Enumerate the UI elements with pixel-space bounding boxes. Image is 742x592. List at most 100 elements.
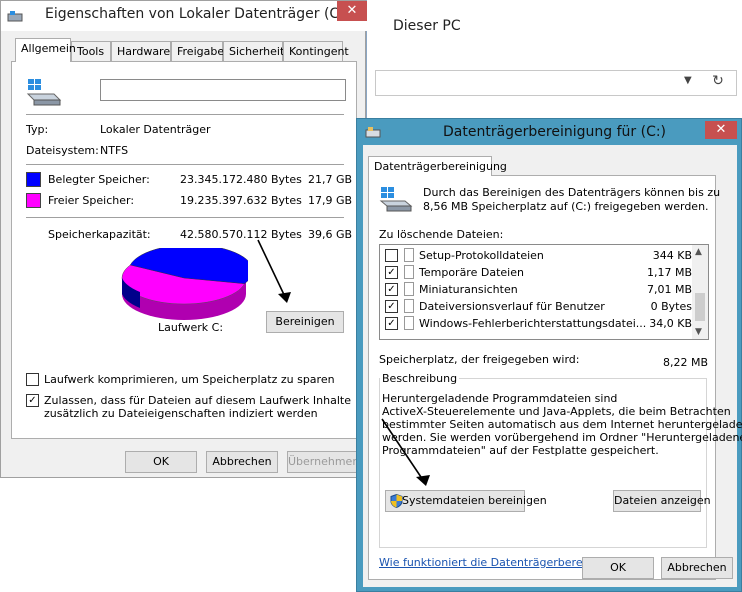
explorer-title: Dieser PC	[367, 0, 742, 58]
drive-name-input[interactable]	[100, 79, 346, 101]
drive-icon	[7, 11, 23, 22]
used-bytes: 23.345.172.480 Bytes	[180, 173, 302, 186]
filesystem-label: Dateisystem:	[26, 144, 99, 157]
tab-sicherheit[interactable]: Sicherheit	[223, 41, 284, 61]
description-line2: ActiveX-Steuerelemente und Java-Applets,…	[382, 405, 731, 418]
description-group: Beschreibung Heruntergeladende Programmd…	[379, 372, 742, 548]
cleanup-body: Datenträgerbereinigung Durch das Bereini…	[363, 145, 742, 587]
freed-value: 8,22 MB	[663, 356, 709, 369]
capacity-bytes: 42.580.570.112 Bytes	[180, 228, 302, 241]
description-line1: Heruntergeladende Programmdateien sind	[382, 392, 618, 405]
intro-line1: Durch das Bereinigen des Datenträgers kö…	[423, 186, 721, 199]
document-icon	[404, 282, 414, 296]
free-gb: 17,9 GB	[308, 194, 353, 207]
divider	[26, 114, 344, 115]
description-line4: werden. Sie werden vorübergehend im Ordn…	[382, 431, 742, 444]
index-label-line2: zusätzlich zu Dateieigenschaften indizie…	[44, 407, 318, 420]
file-label: Miniaturansichten	[419, 283, 518, 296]
free-label: Freier Speicher:	[48, 194, 135, 207]
compress-checkbox[interactable]	[26, 373, 39, 386]
close-icon[interactable]: ✕	[705, 121, 737, 139]
list-item[interactable]: ✓ Miniaturansichten 7,01 MB	[380, 281, 698, 298]
file-label: Temporäre Dateien	[419, 266, 524, 279]
index-checkbox[interactable]: ✓	[26, 394, 39, 407]
free-color-swatch	[26, 193, 41, 208]
capacity-gb: 39,6 GB	[308, 228, 353, 241]
tab-hardware[interactable]: Hardware	[111, 41, 171, 61]
view-files-button[interactable]: Dateien anzeigen	[613, 490, 711, 512]
list-scrollbar[interactable]: ▲ ▼	[692, 245, 708, 339]
index-label-line1: Zulassen, dass für Dateien auf diesem La…	[44, 394, 351, 407]
file-checkbox[interactable]: ✓	[385, 283, 398, 296]
disk-usage-pie	[121, 248, 248, 320]
file-checkbox[interactable]: ✓	[385, 266, 398, 279]
ok-button[interactable]: OK	[125, 451, 197, 473]
properties-titlebar: Eigenschaften von Lokaler Datenträger (C…	[1, 1, 367, 31]
freed-label: Speicherplatz, der freigegeben wird:	[379, 353, 580, 366]
file-size: 1,17 MB	[646, 266, 692, 279]
files-list-label: Zu löschende Dateien:	[379, 228, 504, 241]
properties-title: Eigenschaften von Lokaler Datenträger (C…	[45, 6, 350, 22]
file-label: Setup-Protokolldateien	[419, 249, 544, 262]
tab-datentraegerbereinigung[interactable]: Datenträgerbereinigung	[368, 156, 507, 176]
drive-icon	[26, 79, 62, 106]
list-item[interactable]: ✓ Dateiversionsverlauf für Benutzer 0 By…	[380, 298, 698, 315]
file-checkbox[interactable]: ✓	[385, 317, 398, 330]
divider	[26, 217, 344, 218]
files-list[interactable]: Setup-Protokolldateien 344 KB ✓ Temporär…	[379, 244, 709, 340]
drive-label: Laufwerk C:	[158, 321, 224, 334]
scroll-thumb[interactable]	[695, 293, 705, 321]
description-title: Beschreibung	[380, 372, 460, 385]
cleanup-title: Datenträgerbereinigung für (C:)	[443, 124, 667, 140]
system-files-button[interactable]: Systemdateien bereinigen	[385, 490, 547, 512]
file-size: 0 Bytes	[650, 300, 692, 313]
drive-icon	[379, 187, 413, 212]
used-gb: 21,7 GB	[308, 173, 353, 186]
cleanup-titlebar: Datenträgerbereinigung für (C:) ✕	[357, 119, 742, 145]
divider	[26, 164, 344, 165]
general-panel: Typ: Lokaler Datenträger Dateisystem: NT…	[11, 61, 357, 439]
file-size: 344 KB	[652, 249, 692, 262]
free-bytes: 19.235.397.632 Bytes	[180, 194, 302, 207]
cleanup-button[interactable]: Bereinigen	[266, 311, 344, 333]
list-item[interactable]: ✓ Temporäre Dateien 1,17 MB	[380, 264, 698, 281]
file-label: Dateiversionsverlauf für Benutzer	[419, 300, 605, 313]
tab-kontingent[interactable]: Kontingent	[283, 41, 349, 61]
shield-icon	[390, 494, 403, 508]
address-bar[interactable]: ▼ ↻	[375, 70, 737, 96]
compress-label: Laufwerk komprimieren, um Speicherplatz …	[44, 373, 335, 386]
file-checkbox[interactable]	[385, 249, 398, 262]
cancel-button[interactable]: Abbrechen	[206, 451, 278, 473]
ok-button[interactable]: OK	[582, 557, 654, 579]
intro-line2: 8,56 MB Speicherplatz auf (C:) freigegeb…	[423, 200, 709, 213]
document-icon	[404, 299, 414, 313]
tab-allgemein[interactable]: Allgemein	[15, 38, 76, 62]
used-label: Belegter Speicher:	[48, 173, 150, 186]
description-line3: bestimmter Seiten automatisch aus dem In…	[382, 418, 742, 431]
cleanup-panel: Durch das Bereinigen des Datenträgers kö…	[368, 175, 742, 580]
cancel-button[interactable]: Abbrechen	[661, 557, 733, 579]
type-label: Typ:	[26, 123, 49, 136]
list-item[interactable]: Setup-Protokolldateien 344 KB	[380, 247, 698, 264]
tab-tools[interactable]: Tools	[71, 41, 111, 61]
document-icon	[404, 316, 414, 330]
chevron-up-icon[interactable]: ▲	[695, 247, 702, 257]
apply-button[interactable]: Übernehmen	[287, 451, 359, 473]
close-icon[interactable]: ✕	[337, 1, 367, 21]
description-line5: Programmdateien" auf der Festplatte gesp…	[382, 444, 659, 457]
chevron-down-icon[interactable]: ▼	[695, 327, 702, 337]
drive-icon	[365, 127, 381, 138]
file-label: Windows-Fehlerberichterstattungsdatei...	[419, 317, 647, 330]
list-item[interactable]: ✓ Windows-Fehlerberichterstattungsdatei.…	[380, 315, 698, 332]
capacity-label: Speicherkapazität:	[48, 228, 151, 241]
file-size: 34,0 KB	[649, 317, 692, 330]
tab-freigabe[interactable]: Freigabe	[171, 41, 224, 61]
system-files-label: Systemdateien bereinigen	[402, 494, 547, 507]
chevron-down-icon[interactable]: ▼	[684, 75, 700, 86]
file-checkbox[interactable]: ✓	[385, 300, 398, 313]
used-color-swatch	[26, 172, 41, 187]
refresh-icon[interactable]: ↻	[708, 73, 728, 93]
document-icon	[404, 248, 414, 262]
file-size: 7,01 MB	[646, 283, 692, 296]
cleanup-dialog: Datenträgerbereinigung für (C:) ✕ Datent…	[356, 118, 742, 592]
